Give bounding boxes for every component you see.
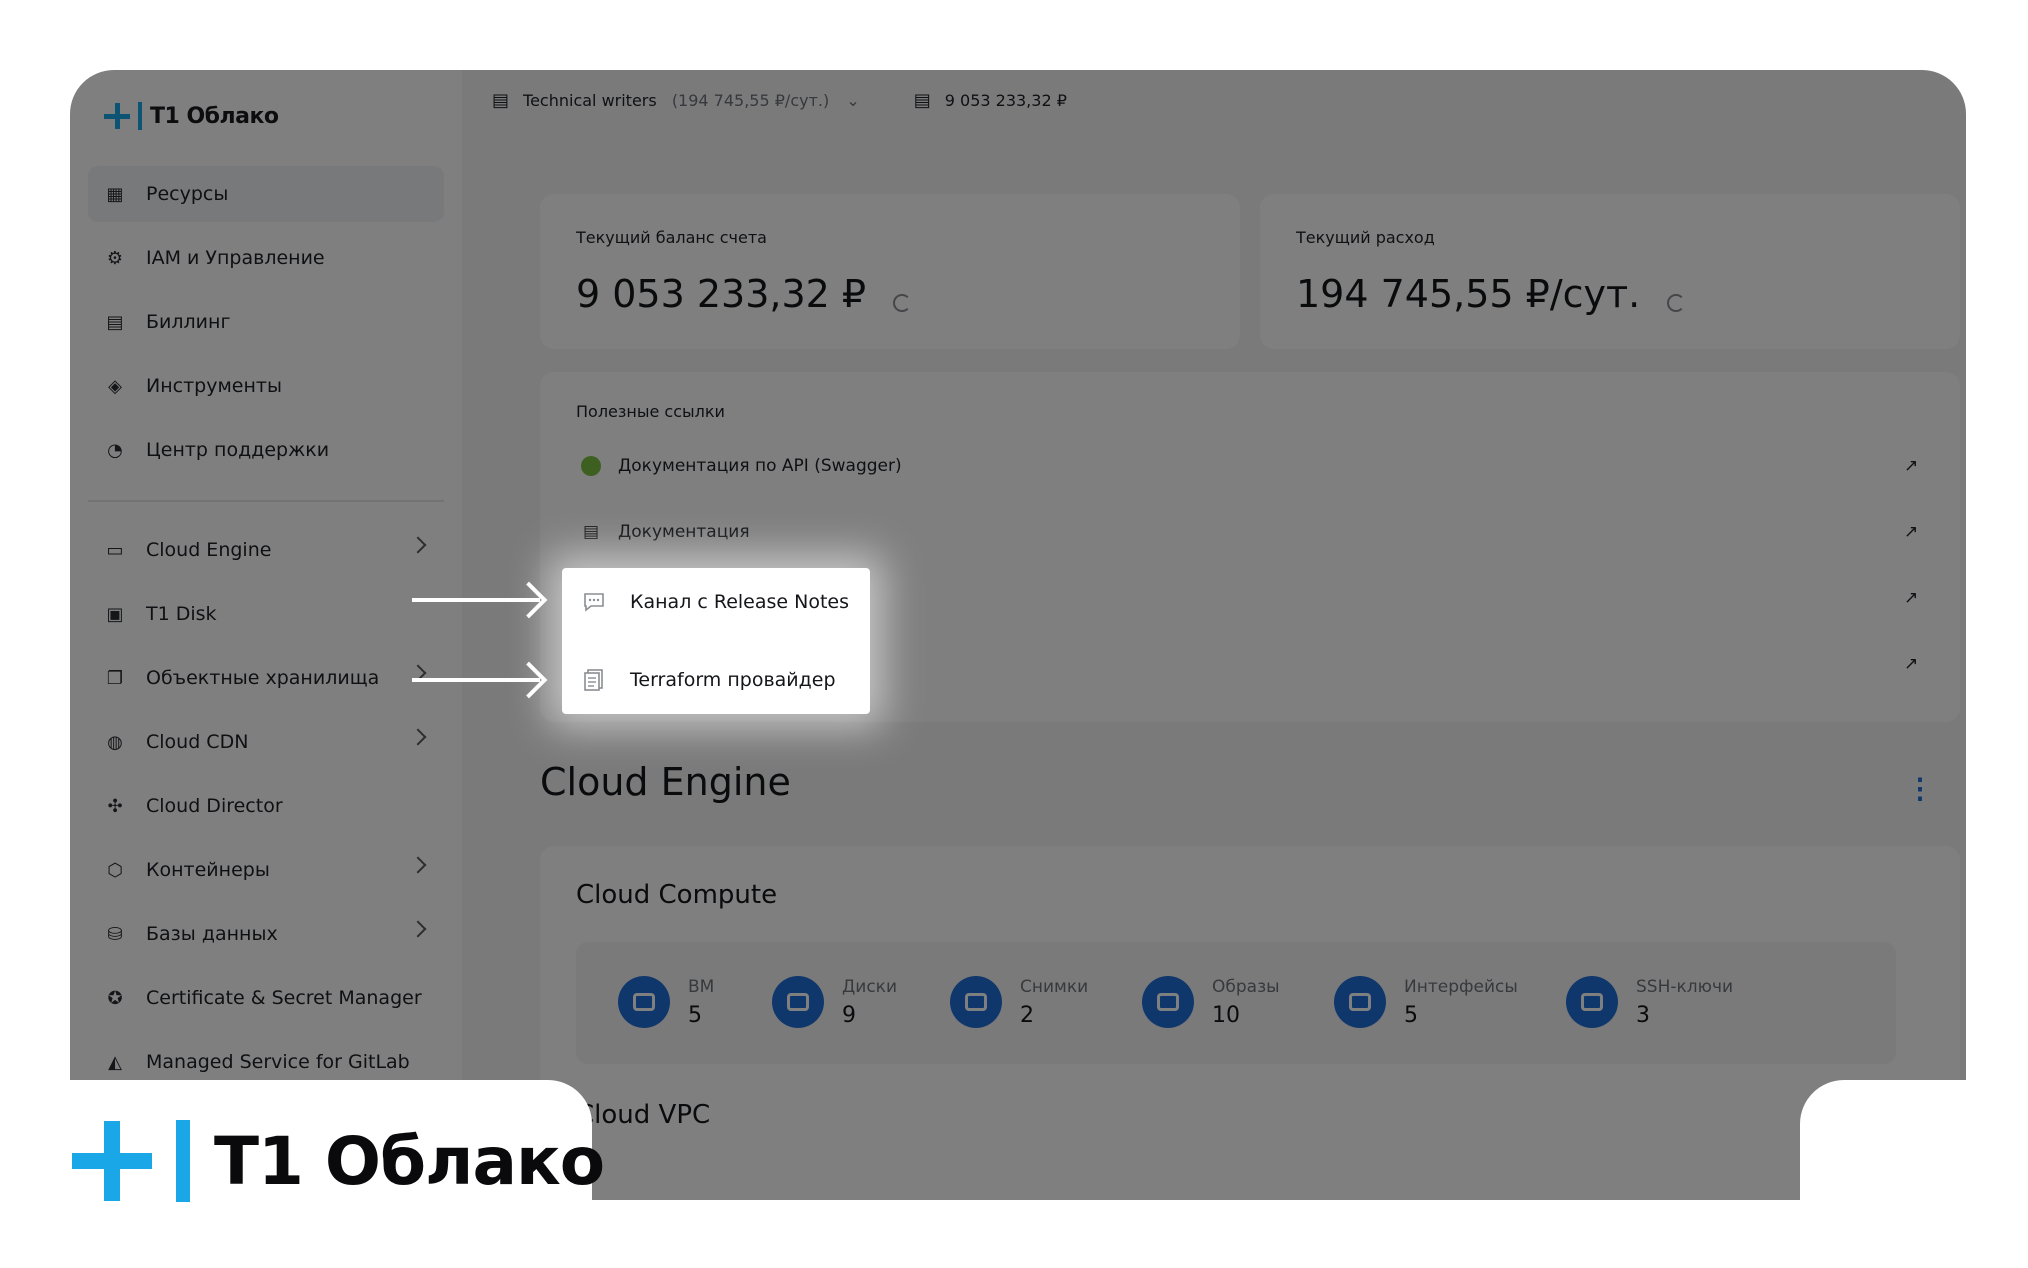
plus-logo-icon	[72, 1121, 152, 1201]
link-release-notes[interactable]: Канал с Release Notes	[582, 582, 849, 622]
app-window: T1 Облако ▦ Ресурсы ⚙ IAM и Управление ▤…	[70, 70, 1966, 1200]
document-icon	[582, 668, 606, 692]
brand-text: T1 Облако	[214, 1122, 605, 1200]
corner-panel	[1800, 1080, 2028, 1268]
chat-icon	[582, 590, 606, 614]
screenshot-canvas: T1 Облако ▦ Ресурсы ⚙ IAM и Управление ▤…	[0, 0, 2028, 1268]
arrow-right-icon	[412, 598, 540, 602]
highlighted-links-callout: Канал с Release Notes Terraform провайде…	[562, 568, 870, 714]
logo-bar	[176, 1120, 190, 1202]
link-terraform[interactable]: Terraform провайдер	[582, 660, 836, 700]
link-label: Terraform провайдер	[630, 669, 836, 691]
dim-overlay	[70, 70, 1966, 1200]
brand-logo: T1 Облако	[72, 1120, 605, 1202]
link-label: Канал с Release Notes	[630, 591, 850, 613]
arrow-right-icon	[412, 678, 540, 682]
